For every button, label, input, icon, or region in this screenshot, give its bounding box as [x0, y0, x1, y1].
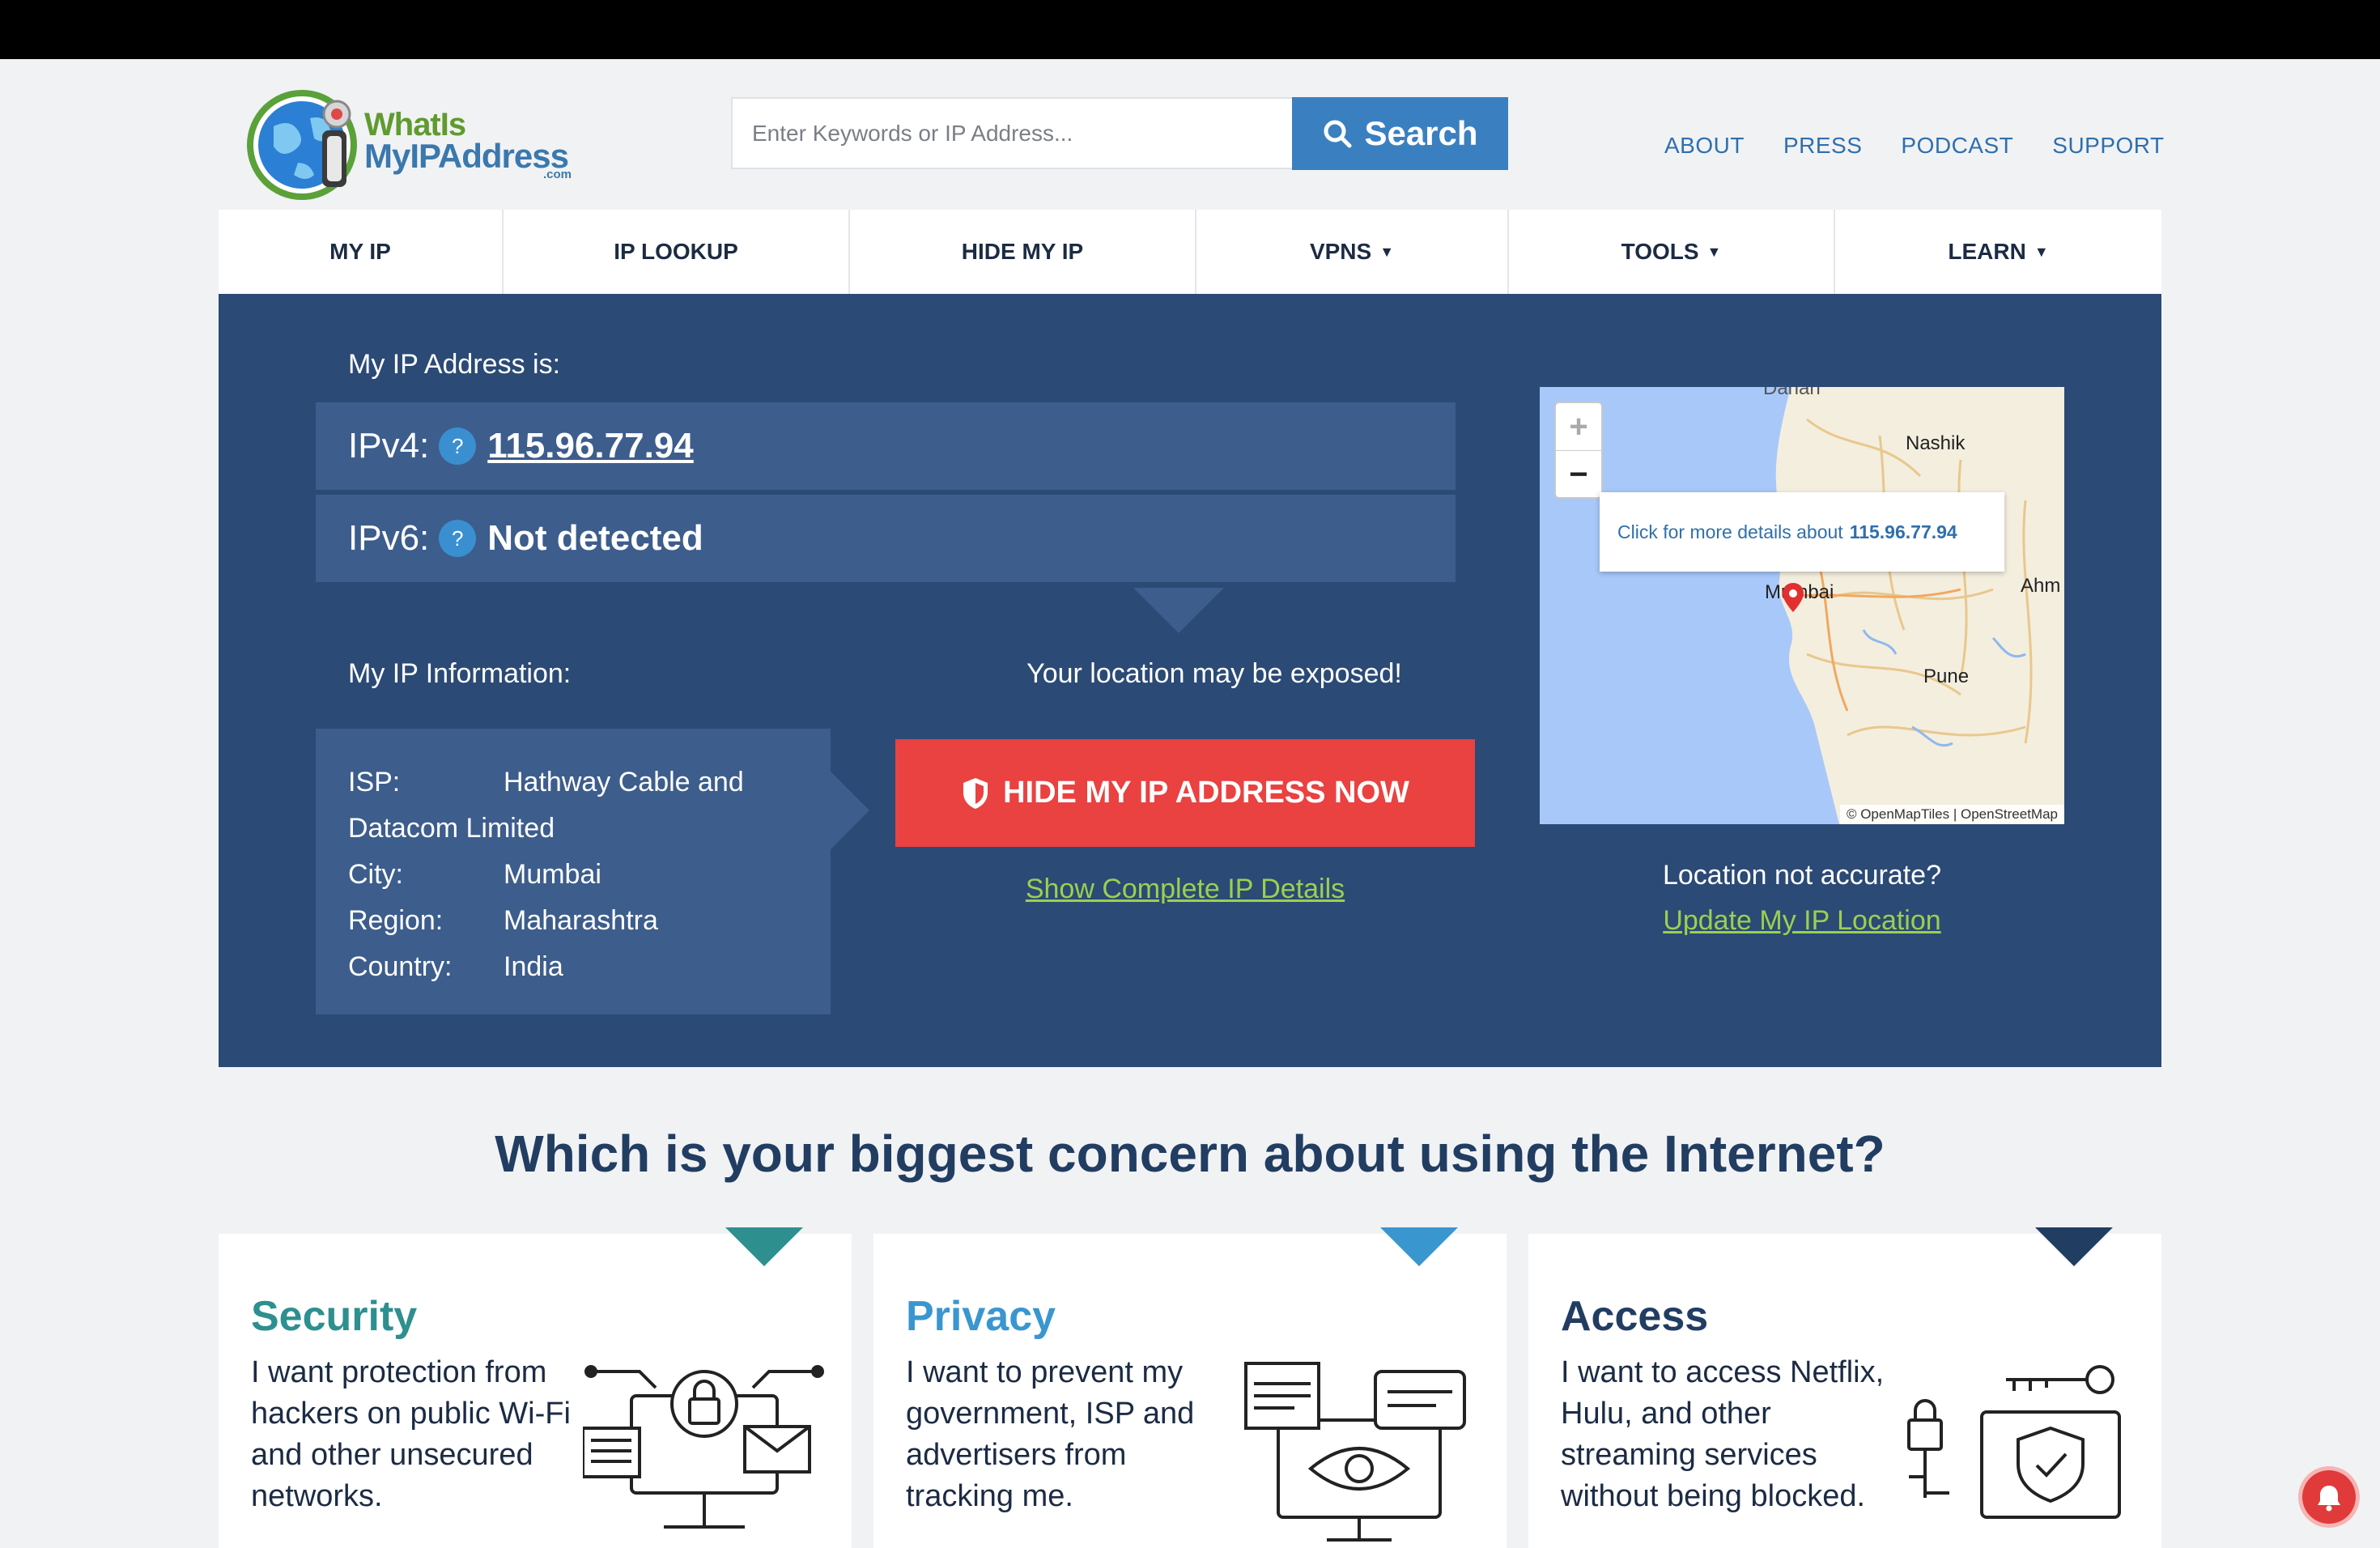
location-map[interactable]: + − Dahan Nashik Click for more details … — [1540, 387, 2064, 824]
isp-row: ISP: Hathway Cable and Datacom Limited — [348, 759, 798, 852]
card-title: Access — [1561, 1293, 1709, 1340]
top-nav-support[interactable]: SUPPORT — [2052, 133, 2164, 159]
info-box-pointer — [831, 772, 869, 849]
help-icon[interactable]: ? — [439, 427, 477, 465]
card-security[interactable]: Security I want protection from hackers … — [219, 1227, 852, 1548]
map-label-pune: Pune — [1923, 666, 1970, 687]
top-nav-press[interactable]: PRESS — [1783, 133, 1862, 159]
ip-box-pointer — [1133, 588, 1224, 633]
caret-down-icon: ▼ — [1706, 243, 1722, 260]
hide-my-ip-button[interactable]: HIDE MY IP ADDRESS NOW — [895, 739, 1475, 847]
shield-icon — [963, 777, 988, 809]
map-marker-icon[interactable] — [1781, 581, 1805, 614]
map-attribution[interactable]: © OpenMapTiles | OpenStreetMap — [1839, 805, 2064, 824]
city-row: City: Mumbai — [348, 852, 798, 898]
map-popup[interactable]: Click for more details about 115.96.77.9… — [1600, 492, 2004, 572]
notification-bell-icon[interactable] — [2302, 1470, 2356, 1524]
main-nav-label: TOOLS — [1621, 239, 1699, 264]
show-ip-details-link[interactable]: Show Complete IP Details — [895, 874, 1475, 905]
city-value: Mumbai — [504, 859, 601, 890]
city-label: City: — [348, 859, 403, 890]
map-popup-ip: 115.96.77.94 — [1849, 521, 1957, 542]
main-nav-label: LEARN — [1948, 239, 2026, 264]
isp-label: ISP: — [348, 767, 401, 797]
main-nav: MY IP IP LOOKUP HIDE MY IP VPNS ▼ TOOLS ▼ … — [219, 210, 2161, 294]
caret-down-icon: ▼ — [2034, 243, 2049, 260]
ipv4-row: IPv4: ? 115.96.77.94 — [316, 402, 1456, 490]
info-title: My IP Information: — [348, 658, 572, 689]
bell-glyph — [2318, 1486, 2340, 1512]
caret-down-icon: ▼ — [1379, 243, 1395, 260]
card-title: Privacy — [906, 1293, 1056, 1340]
map-label-ahm: Ahm — [2021, 575, 2061, 597]
ip-info-box: ISP: Hathway Cable and Datacom Limited Ci… — [316, 729, 831, 1014]
ip-title: My IP Address is: — [348, 349, 561, 380]
hide-button-label: HIDE MY IP ADDRESS NOW — [1003, 776, 1409, 810]
top-nav-podcast[interactable]: PODCAST — [1901, 133, 2013, 159]
ipv4-label: IPv4: — [348, 426, 430, 466]
search-button-label: Search — [1364, 114, 1478, 152]
help-icon[interactable]: ? — [439, 520, 477, 557]
main-nav-label: IP LOOKUP — [614, 239, 738, 264]
zoom-out-button[interactable]: − — [1556, 451, 1601, 498]
ipv6-label: IPv6: — [348, 518, 430, 558]
eye-monitor-icon — [1244, 1362, 1466, 1542]
search-icon — [1324, 120, 1352, 148]
main-nav-hide-my-ip[interactable]: HIDE MY IP — [850, 210, 1196, 294]
concern-heading: Which is your biggest concern about usin… — [495, 1125, 1885, 1183]
country-row: Country: India — [348, 944, 798, 990]
card-access[interactable]: Access I want to access Netflix, Hulu, a… — [1528, 1227, 2161, 1548]
card-text: I want to prevent my government, ISP and… — [906, 1355, 1195, 1513]
search-input[interactable] — [731, 97, 1292, 169]
search-button[interactable]: Search — [1292, 97, 1508, 170]
main-nav-tools[interactable]: TOOLS ▼ — [1509, 210, 1835, 294]
top-nav: ABOUT PRESS PODCAST SUPPORT — [1664, 133, 2165, 159]
map-label-top: Dahan — [1763, 387, 1821, 399]
card-text: I want protection from hackers on public… — [251, 1355, 571, 1513]
card-title: Security — [251, 1293, 418, 1340]
zoom-in-button[interactable]: + — [1556, 403, 1601, 451]
map-label-nashik: Nashik — [1906, 432, 1966, 454]
key-shield-icon — [1907, 1365, 2121, 1519]
lock-network-icon — [583, 1365, 824, 1529]
card-text: I want to access Netflix, Hulu, and othe… — [1561, 1355, 1885, 1513]
logo-line-2: MyIPAddress — [364, 137, 569, 175]
card-privacy[interactable]: Privacy I want to prevent my government,… — [873, 1227, 1507, 1548]
card-pointer — [2035, 1227, 2113, 1266]
logo-wordmark[interactable]: WhatIs MyIPAddress .com — [364, 107, 572, 181]
map-popup-text: Click for more details about — [1617, 521, 1843, 542]
country-value: India — [504, 951, 563, 982]
location-warning: Your location may be exposed! — [1026, 658, 1402, 689]
region-row: Region: Maharashtra — [348, 898, 798, 944]
main-nav-vpns[interactable]: VPNS ▼ — [1196, 210, 1509, 294]
update-location-link[interactable]: Update My IP Location — [1540, 905, 2064, 937]
main-nav-label: VPNS — [1309, 239, 1372, 264]
main-nav-label: HIDE MY IP — [961, 239, 1084, 264]
main-nav-label: MY IP — [329, 239, 391, 264]
card-pointer — [1380, 1227, 1458, 1266]
logo-line-1: WhatIs — [364, 107, 466, 142]
location-question: Location not accurate? — [1662, 860, 1942, 891]
ipv6-value: Not detected — [487, 518, 703, 558]
window-top-bar — [0, 0, 2380, 59]
top-nav-about[interactable]: ABOUT — [1664, 133, 1745, 159]
region-label: Region: — [348, 905, 444, 936]
main-nav-learn[interactable]: LEARN ▼ — [1835, 210, 2161, 294]
ip-hero-panel: My IP Address is: IPv4: ? 115.96.77.94 I… — [219, 294, 2161, 1067]
ipv4-value[interactable]: 115.96.77.94 — [487, 426, 693, 466]
map-zoom-control: + − — [1554, 402, 1603, 499]
card-pointer — [725, 1227, 803, 1266]
ipv6-row: IPv6: ? Not detected — [316, 495, 1456, 582]
main-nav-my-ip[interactable]: MY IP — [219, 210, 504, 294]
region-value: Maharashtra — [504, 905, 658, 936]
country-label: Country: — [348, 951, 453, 982]
main-nav-ip-lookup[interactable]: IP LOOKUP — [504, 210, 850, 294]
